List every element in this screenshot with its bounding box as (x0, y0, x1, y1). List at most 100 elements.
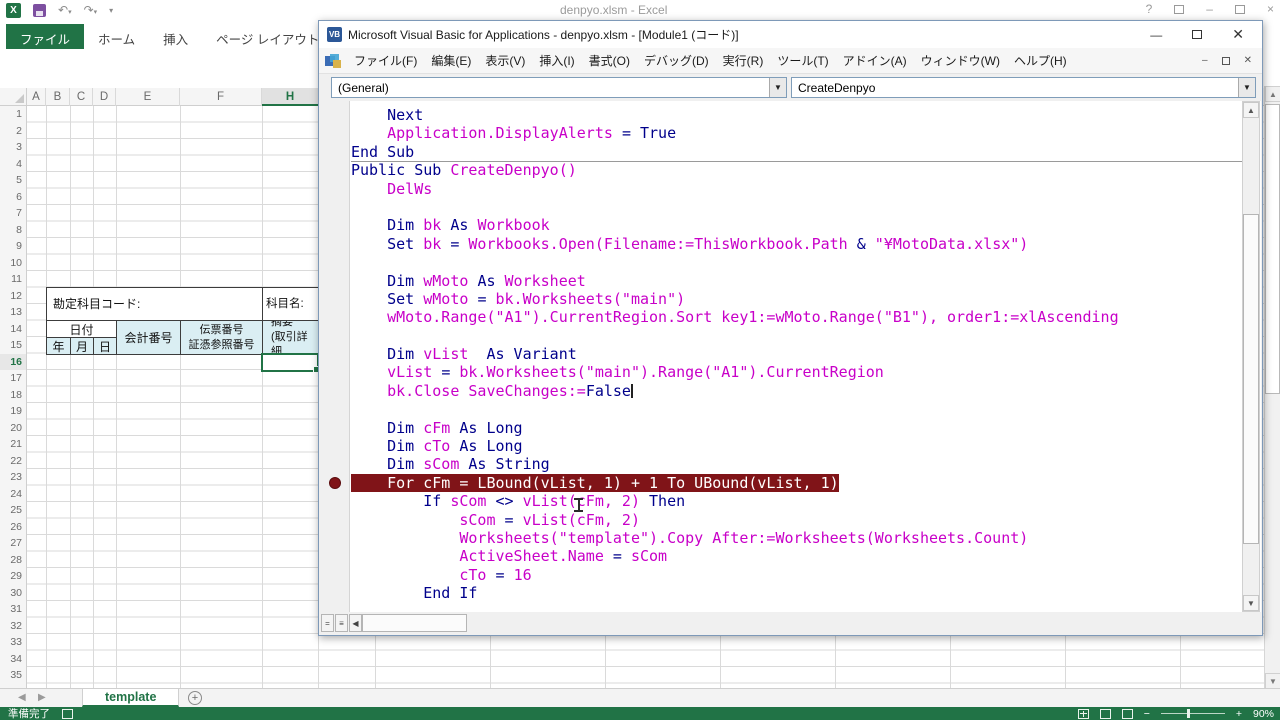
row-header-29[interactable]: 29 (0, 568, 26, 585)
zoom-out-icon[interactable]: − (1144, 708, 1150, 720)
zoom-slider-knob[interactable] (1187, 709, 1190, 718)
cell-accounting-no[interactable]: 会計番号 (116, 320, 181, 355)
code-line-1[interactable]: Next (351, 106, 1242, 124)
row-header-19[interactable]: 19 (0, 403, 26, 420)
row-header-35[interactable]: 35 (0, 667, 26, 684)
code-line-3[interactable]: End Sub (351, 143, 1242, 161)
cell-summary[interactable]: 摘要 (取引詳細 (262, 320, 319, 355)
code-line-25[interactable]: ActiveSheet.Name = sCom (351, 547, 1242, 565)
cell-account-code-label[interactable]: 勘定科目コード: (46, 287, 263, 321)
scroll-up-icon[interactable]: ▲ (1265, 86, 1280, 102)
row-header-12[interactable]: 12 (0, 288, 26, 305)
code-line-14[interactable]: Dim vList As Variant (351, 345, 1242, 363)
scroll-down-icon[interactable]: ▼ (1243, 595, 1259, 611)
code-line-27[interactable]: End If (351, 584, 1242, 602)
ribbon-tab-page-layout[interactable]: ページ レイアウト (202, 24, 333, 49)
page-break-view-icon[interactable] (1122, 709, 1133, 719)
column-header-F[interactable]: F (180, 88, 262, 106)
procedure-view-icon[interactable]: = (321, 614, 334, 632)
vba-menu-item[interactable]: ヘルプ(H) (1007, 48, 1074, 73)
macro-record-icon[interactable] (62, 709, 73, 719)
code-line-20[interactable]: Dim sCom As String (351, 455, 1242, 473)
normal-view-icon[interactable] (1078, 709, 1089, 719)
code-line-8[interactable]: Set bk = Workbooks.Open(Filename:=ThisWo… (351, 235, 1242, 253)
column-header-D[interactable]: D (93, 88, 116, 106)
row-header-30[interactable]: 30 (0, 585, 26, 602)
column-header-H[interactable]: H (262, 88, 319, 106)
row-header-4[interactable]: 4 (0, 156, 26, 173)
zoom-in-icon[interactable]: + (1236, 708, 1242, 720)
code-line-9[interactable] (351, 253, 1242, 271)
row-header-6[interactable]: 6 (0, 189, 26, 206)
row-header-2[interactable]: 2 (0, 123, 26, 140)
code-line-19[interactable]: Dim cTo As Long (351, 437, 1242, 455)
cell-slip-no[interactable]: 伝票番号 証憑参照番号 (180, 320, 263, 355)
code-line-23[interactable]: sCom = vList(cFm, 2) (351, 511, 1242, 529)
row-header-27[interactable]: 27 (0, 535, 26, 552)
cell-date-header[interactable]: 日付 (46, 320, 117, 338)
row-header-5[interactable]: 5 (0, 172, 26, 189)
row-header-18[interactable]: 18 (0, 387, 26, 404)
row-header-20[interactable]: 20 (0, 420, 26, 437)
margin-indicator-bar[interactable] (320, 101, 350, 612)
code-line-5[interactable]: DelWs (351, 180, 1242, 198)
row-header-17[interactable]: 17 (0, 370, 26, 387)
new-sheet-icon[interactable]: + (188, 691, 202, 705)
cell-day[interactable]: 日 (93, 337, 117, 355)
page-layout-view-icon[interactable] (1100, 709, 1111, 719)
vba-menu-item[interactable]: アドイン(A) (836, 48, 914, 73)
cell-subject-name-label[interactable]: 科目名: (262, 287, 319, 321)
mdi-close-icon[interactable]: ✕ (1244, 55, 1252, 66)
row-header-22[interactable]: 22 (0, 453, 26, 470)
code-lines[interactable]: Next Application.DisplayAlerts = TrueEnd… (351, 101, 1242, 612)
code-line-16[interactable]: bk.Close SaveChanges:=False (351, 382, 1242, 400)
row-header-15[interactable]: 15 (0, 337, 26, 354)
vba-vertical-scrollbar[interactable]: ▲ ▼ (1242, 101, 1260, 612)
zoom-level[interactable]: 90% (1253, 708, 1274, 720)
row-header-11[interactable]: 11 (0, 271, 26, 288)
sheet-nav-left-icon[interactable]: ◀ (18, 692, 26, 703)
vba-close-icon[interactable]: ✕ (1232, 26, 1244, 43)
code-line-12[interactable]: wMoto.Range("A1").CurrentRegion.Sort key… (351, 308, 1242, 326)
ribbon-tab-file[interactable]: ファイル (6, 24, 84, 49)
close-icon[interactable]: × (1267, 2, 1274, 16)
row-header-9[interactable]: 9 (0, 238, 26, 255)
ribbon-tab-insert[interactable]: 挿入 (149, 24, 202, 49)
row-header-13[interactable]: 13 (0, 304, 26, 321)
code-line-21[interactable]: For cFm = LBound(vList, 1) + 1 To UBound… (351, 474, 1242, 492)
row-header-32[interactable]: 32 (0, 618, 26, 635)
row-header-21[interactable]: 21 (0, 436, 26, 453)
code-line-26[interactable]: cTo = 16 (351, 566, 1242, 584)
vba-hscroll-thumb[interactable] (362, 614, 467, 632)
scroll-down-icon[interactable]: ▼ (1265, 673, 1280, 689)
ribbon-display-options-icon[interactable] (1174, 5, 1184, 14)
code-line-10[interactable]: Dim wMoto As Worksheet (351, 272, 1242, 290)
row-header-10[interactable]: 10 (0, 255, 26, 272)
minimize-icon[interactable]: – (1206, 2, 1213, 16)
row-header-31[interactable]: 31 (0, 601, 26, 618)
row-header-26[interactable]: 26 (0, 519, 26, 536)
vba-maximize-icon[interactable] (1192, 30, 1202, 39)
row-header-34[interactable]: 34 (0, 651, 26, 668)
excel-vertical-scrollbar[interactable]: ▲ ▼ (1264, 86, 1280, 689)
code-line-22[interactable]: If sCom <> vList(cFm, 2) Then (351, 492, 1242, 510)
code-line-7[interactable]: Dim bk As Workbook (351, 216, 1242, 234)
dropdown-arrow-icon[interactable]: ▼ (1238, 78, 1255, 97)
code-line-4[interactable]: Public Sub CreateDenpyo() (351, 161, 1242, 179)
vba-vscroll-thumb[interactable] (1243, 214, 1259, 544)
column-header-C[interactable]: C (70, 88, 93, 106)
vba-menu-item[interactable]: 表示(V) (478, 48, 532, 73)
code-line-17[interactable] (351, 400, 1242, 418)
procedure-dropdown[interactable]: CreateDenpyo ▼ (791, 77, 1256, 98)
vba-menu-item[interactable]: ウィンドウ(W) (914, 48, 1007, 73)
vba-menu-item[interactable]: 編集(E) (424, 48, 478, 73)
mdi-restore-icon[interactable] (1222, 57, 1230, 65)
row-header-24[interactable]: 24 (0, 486, 26, 503)
column-header-B[interactable]: B (46, 88, 70, 106)
zoom-slider[interactable] (1161, 713, 1225, 714)
row-header-3[interactable]: 3 (0, 139, 26, 156)
sheet-tab-template[interactable]: template (82, 689, 179, 707)
breakpoint-dot[interactable] (329, 477, 341, 489)
vba-menu-item[interactable]: 実行(R) (716, 48, 771, 73)
redo-icon[interactable]: ↷▾ (84, 3, 98, 17)
